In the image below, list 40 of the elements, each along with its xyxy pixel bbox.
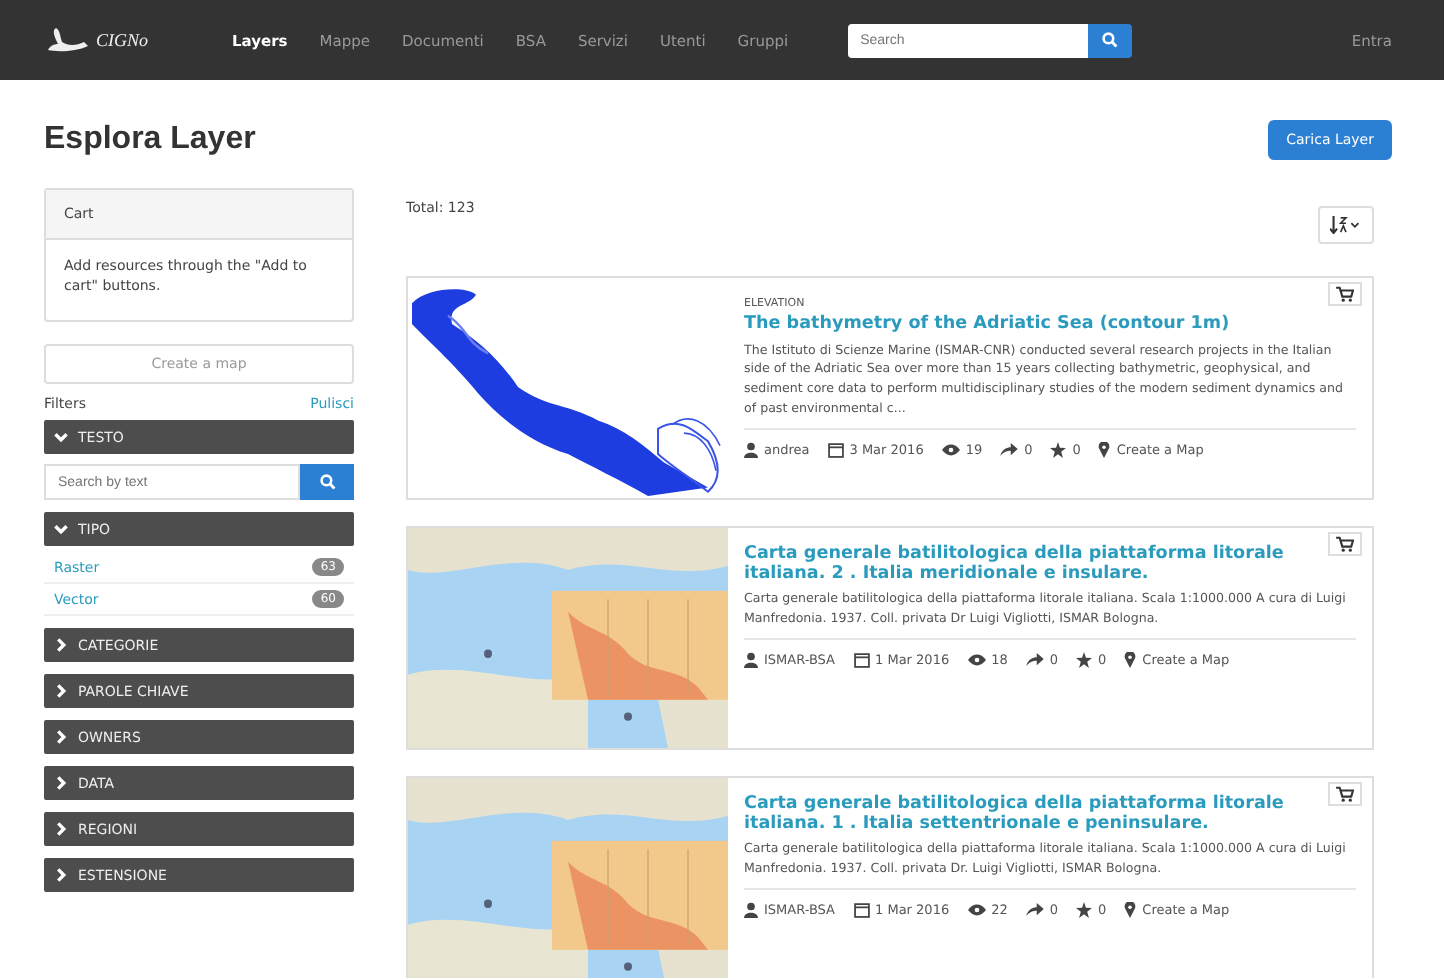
swan-logo-icon [44,26,92,54]
eye-icon [967,653,986,666]
sort-button[interactable] [1318,206,1374,244]
map-pin-icon [1124,901,1137,918]
search-icon [319,474,335,491]
cart-icon [1336,786,1354,802]
user-icon [744,441,758,458]
user-icon [744,901,758,918]
chevron-icon [54,684,68,699]
chevron-icon [54,822,68,837]
logo-text[interactable]: CIGNo [96,30,149,50]
share-arrow-icon [1025,652,1044,667]
share-arrow-icon [1025,902,1044,917]
cart-icon [1336,286,1354,302]
share-arrow-icon [1000,442,1019,457]
chevron-icon [54,776,68,791]
star-icon [1076,651,1093,668]
chevron-icon [54,430,68,445]
chevron-icon [54,638,68,653]
map-pin-icon [1098,441,1111,458]
eye-icon [967,903,986,916]
chevron-icon [54,730,68,745]
user-icon [744,651,758,668]
map-pin-icon [1124,651,1137,668]
eye-icon [941,443,960,456]
cart-icon [1336,536,1354,552]
star-icon [1050,441,1067,458]
calendar-icon [853,901,870,918]
star-icon [1076,901,1093,918]
chevron-icon [54,868,68,883]
calendar-icon [827,441,844,458]
add-to-cart-button[interactable] [1328,282,1362,306]
chevron-icon [54,522,68,537]
search-icon [1102,32,1119,48]
add-to-cart-button[interactable] [1328,782,1362,806]
search-button[interactable] [1088,23,1133,57]
add-to-cart-button[interactable] [1328,532,1362,556]
calendar-icon [853,651,870,668]
page-title: Esplora Layer [44,122,256,158]
sort-icon [1330,216,1362,234]
